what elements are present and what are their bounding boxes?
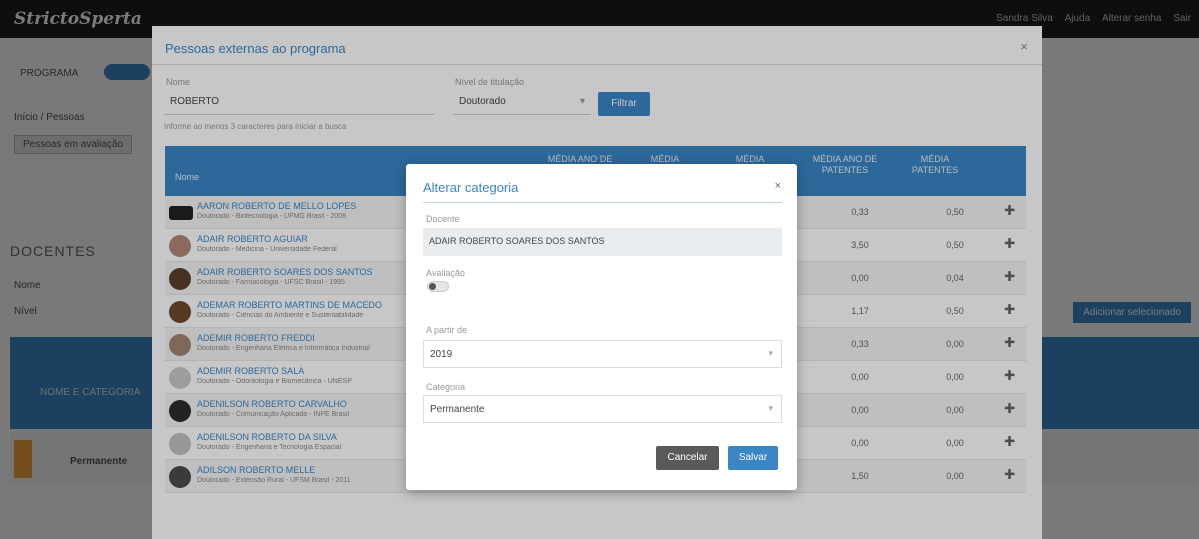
close-icon[interactable]: ×: [775, 180, 781, 192]
chevron-down-icon: ▾: [768, 403, 773, 413]
category-select[interactable]: Permanente ▾: [423, 395, 782, 423]
year-select-value: 2019: [430, 349, 453, 360]
change-category-dialog: Alterar categoria × Docente ADAIR ROBERT…: [406, 164, 797, 490]
avaliacao-toggle[interactable]: [427, 281, 449, 292]
year-select[interactable]: 2019 ▾: [423, 340, 782, 368]
dialog-divider: [423, 202, 782, 203]
cancel-button[interactable]: Cancelar: [656, 446, 719, 470]
chevron-down-icon: ▾: [768, 348, 773, 358]
category-select-value: Permanente: [430, 404, 485, 415]
year-label: A partir de: [426, 325, 468, 335]
category-label: Categoria: [426, 382, 466, 392]
toggle-knob: [429, 283, 436, 290]
docente-label: Docente: [426, 214, 460, 224]
avaliacao-label: Avaliação: [426, 268, 465, 278]
dialog-title: Alterar categoria: [423, 180, 519, 195]
save-button[interactable]: Salvar: [728, 446, 778, 470]
docente-field: ADAIR ROBERTO SOARES DOS SANTOS: [423, 228, 782, 256]
